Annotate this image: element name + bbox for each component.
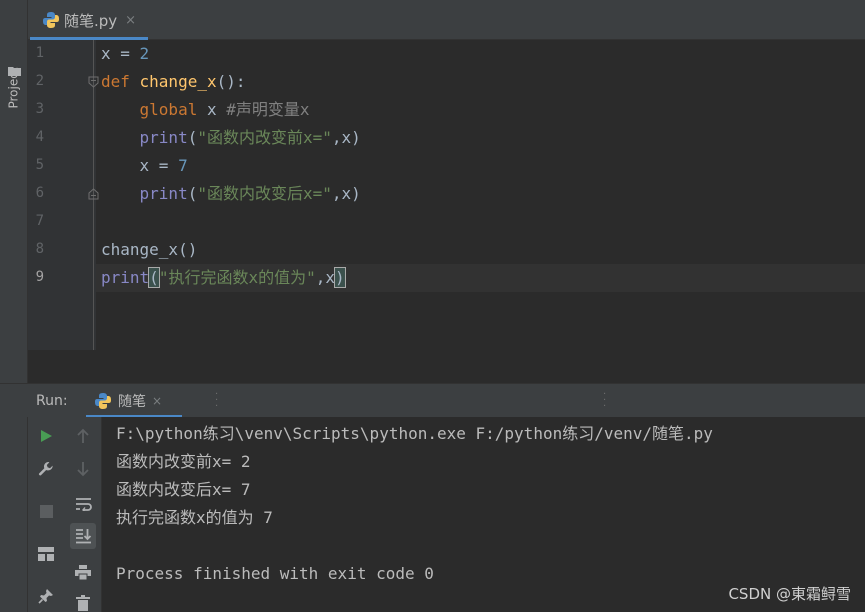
run-toolbar-secondary [64,417,102,612]
pin-tab-button[interactable] [33,583,59,609]
rerun-icon [41,430,52,442]
print-button[interactable] [70,559,96,585]
code-token: "函数内改变后x=" [197,184,332,203]
code-token: change_x [139,72,217,91]
stop-icon [39,504,53,518]
code-token: #声明变量x [226,100,310,119]
run-toolbar-primary [28,417,64,612]
line-number: 7 [35,213,44,229]
code-token: print [101,268,150,287]
tab-run-config-label: 随笔 [118,394,146,410]
code-token: ,x) [331,184,361,203]
line-number: 9 [35,269,44,285]
code-token: print [139,128,188,147]
tab-run-config[interactable]: 随笔 × [86,384,182,418]
line-number: 4 [35,129,44,145]
code-token: "执行完函数x的值为" [158,268,316,287]
run-tool-strip [0,417,28,612]
edit-config-button[interactable] [33,456,59,482]
tab-file-label: 随笔.py [64,11,118,30]
next-occurrence-button[interactable] [70,456,96,482]
code-token: ( [148,267,160,288]
editor-tab-bar: 随笔.py × [28,0,865,40]
line-number: 8 [35,241,44,257]
console-line: Process finished with exit code 0 [116,564,434,583]
code-token: x = [101,156,179,175]
fold-end-icon[interactable] [88,188,99,200]
code-token: ) [334,267,346,288]
code-token: ( [187,128,198,147]
down-arrow-icon [77,462,89,477]
code-line: global x #声明变量x [101,96,310,124]
code-token: ,x [315,268,335,287]
folder-icon[interactable] [8,66,21,76]
close-icon[interactable]: × [125,13,136,28]
restore-layout-button[interactable] [33,541,59,567]
code-line: x = 2 [101,40,149,68]
drag-handle-icon[interactable]: · · · [215,390,218,412]
watermark: CSDN @東霜鲟雪 [728,585,851,603]
code-token: x = [101,44,140,63]
prev-occurrence-button[interactable] [70,423,96,449]
soft-wrap-icon [75,498,92,511]
line-number: 6 [35,185,44,201]
tab-file[interactable]: 随笔.py × [30,0,148,40]
run-panel-title: Run: [36,393,68,409]
code-token: (): [216,72,246,91]
python-file-icon [95,393,111,409]
code-token: 2 [139,44,150,63]
scroll-to-end-icon [75,529,91,544]
wrench-icon [38,461,53,476]
line-number: 5 [35,157,44,173]
code-line: print("函数内改变后x=",x) [101,180,361,208]
up-arrow-icon [77,428,89,443]
line-number: 3 [35,101,44,117]
code-line: x = 7 [101,152,188,180]
code-token: print [139,184,188,203]
console-line: F:\python练习\venv\Scripts\python.exe F:/p… [116,424,713,443]
pin-icon [38,589,53,604]
line-number: 2 [35,73,44,89]
run-console[interactable]: F:\python练习\venv\Scripts\python.exe F:/p… [102,417,865,612]
code-token: x [206,100,227,119]
code-token: ,x) [331,128,361,147]
code-token: 7 [178,156,188,175]
console-line: 函数内改变后x= 7 [116,480,251,499]
trash-icon [76,595,90,611]
soft-wrap-button[interactable] [70,491,96,517]
code-token: ( [187,184,198,203]
clear-all-button[interactable] [70,590,96,612]
close-icon[interactable]: × [152,394,162,408]
line-number: 1 [35,45,44,61]
drag-handle-icon[interactable]: · · · [603,390,606,412]
rerun-button[interactable] [33,423,59,449]
print-icon [75,564,91,580]
scroll-to-end-button[interactable] [70,523,96,549]
fold-start-icon[interactable] [88,76,99,88]
line-number-gutter: 1 2 3 4 5 6 7 8 9 [28,40,96,383]
console-line: 函数内改变前x= 2 [116,452,251,471]
code-token: global [139,100,207,119]
code-line: print("执行完函数x的值为",x) [101,264,346,292]
code-line: print("函数内改变前x=",x) [101,124,361,152]
project-tool-strip: Project [0,0,28,383]
layout-icon [38,547,54,561]
code-line: change_x() [101,236,197,264]
code-line: def change_x(): [101,68,246,96]
code-editor[interactable]: 123456789 x = 2 def change_x(): global x … [28,40,865,383]
console-line: 执行完函数x的值为 7 [116,508,273,527]
code-token: "函数内改变前x=" [197,128,332,147]
code-token: def [101,72,140,91]
editor-empty-area [28,350,865,383]
python-file-icon [43,12,59,28]
run-panel-header: Run: 随笔 × · · · · · · [0,383,865,418]
code-token: change_x() [101,240,198,259]
stop-button[interactable] [33,498,59,524]
